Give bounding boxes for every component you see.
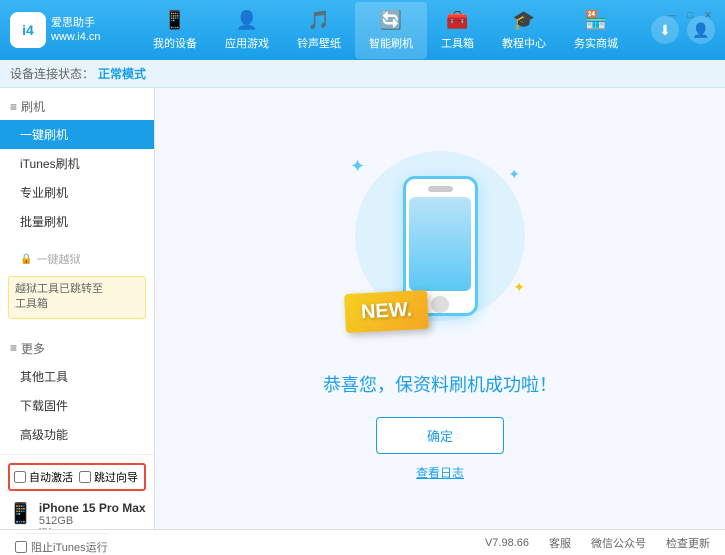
logo-icon: i4 (10, 12, 46, 48)
sidebar-item-advanced[interactable]: 高级功能 (0, 420, 154, 449)
view-log-button[interactable]: 查看日志 (416, 464, 464, 481)
service-icon: 🏪 (585, 10, 607, 31)
device-type: iPhone (39, 527, 146, 529)
app-logo: i4 爱思助手 www.i4.cn (10, 12, 120, 48)
sparkle-icon-3: ✦ (513, 279, 525, 296)
close-button[interactable]: ✕ (701, 8, 715, 22)
more-section: ≡ 更多 其他工具 下载固件 高级功能 (0, 330, 154, 454)
device-info: 📱 iPhone 15 Pro Max 512GB iPhone (8, 497, 146, 529)
connection-status-bar: 设备连接状态： 正常模式 (0, 60, 725, 88)
footer-link-check-update[interactable]: 检查更新 (666, 535, 710, 551)
content-area: NEW. ✦ ✦ ✦ 恭喜您，保资料刷机成功啦！ 确定 查看日志 (155, 88, 725, 529)
sparkle-icon-1: ✦ (350, 156, 365, 177)
my-device-icon: 📱 (164, 10, 186, 31)
sidebar-item-other-tools[interactable]: 其他工具 (0, 362, 154, 391)
smart-flash-icon: 🔄 (380, 10, 402, 31)
tab-tutorial[interactable]: 🎓 教程中心 (488, 2, 560, 59)
device-storage: 512GB (39, 515, 146, 527)
skip-guide-input[interactable] (79, 471, 91, 483)
ringtones-icon: 🎵 (308, 10, 330, 31)
sidebar-warning-jailbreak: 越狱工具已跳转至工具箱 (8, 276, 146, 319)
version-label: V7.98.66 (485, 537, 529, 549)
footer-left: 阻止iTunes运行 (15, 530, 108, 555)
device-name: iPhone 15 Pro Max (39, 501, 146, 515)
toolbox-icon: 🧰 (446, 10, 468, 31)
footer: 阻止iTunes运行 V7.98.66 客服 微信公众号 检查更新 (0, 529, 725, 555)
tab-ringtones[interactable]: 🎵 铃声壁纸 (283, 2, 355, 59)
sidebar-item-itunes-flash[interactable]: iTunes刷机 (0, 149, 154, 178)
sidebar-item-batch-flash[interactable]: 批量刷机 (0, 207, 154, 236)
device-details: iPhone 15 Pro Max 512GB iPhone (39, 501, 146, 529)
tab-toolbox[interactable]: 🧰 工具箱 (427, 2, 488, 59)
tab-smart-flash[interactable]: 🔄 智能刷机 (355, 2, 427, 59)
tutorial-icon: 🎓 (513, 10, 535, 31)
new-badge: NEW. (344, 290, 429, 333)
confirm-button[interactable]: 确定 (376, 417, 504, 454)
window-controls: — □ ✕ (665, 8, 715, 22)
flash-icon: ≡ (10, 100, 17, 114)
app-header: i4 爱思助手 www.i4.cn 📱 我的设备 👤 应用游戏 🎵 铃声壁纸 🔄… (0, 0, 725, 60)
footer-link-wechat[interactable]: 微信公众号 (591, 535, 646, 551)
maximize-button[interactable]: □ (683, 8, 697, 22)
tab-service[interactable]: 🏪 务实商城 (560, 2, 632, 59)
phone-screen (409, 197, 471, 291)
apps-games-icon: 👤 (236, 10, 258, 31)
footer-link-home[interactable]: 客服 (549, 535, 571, 551)
lock-icon: 🔒 (20, 254, 32, 265)
success-message: 恭喜您，保资料刷机成功啦！ (323, 371, 557, 397)
sidebar-item-download-firmware[interactable]: 下载固件 (0, 391, 154, 420)
phone-home-button (431, 296, 449, 313)
minimize-button[interactable]: — (665, 8, 679, 22)
sidebar-item-one-key-flash[interactable]: 一键刷机 (0, 120, 154, 149)
footer-stop-itunes-checkbox[interactable] (15, 541, 27, 553)
nav-tabs: 📱 我的设备 👤 应用游戏 🎵 铃声壁纸 🔄 智能刷机 🧰 工具箱 🎓 教程中心… (120, 2, 651, 59)
phone-notch (428, 186, 453, 192)
tab-apps-games[interactable]: 👤 应用游戏 (211, 2, 283, 59)
success-illustration: NEW. ✦ ✦ ✦ (340, 136, 540, 356)
logo-text: 爱思助手 www.i4.cn (51, 16, 101, 45)
auto-activate-checkbox[interactable]: 自动激活 (14, 469, 73, 485)
sidebar-item-pro-flash[interactable]: 专业刷机 (0, 178, 154, 207)
footer-right: V7.98.66 客服 微信公众号 检查更新 (485, 535, 710, 551)
flash-section: ≡ 刷机 一键刷机 iTunes刷机 专业刷机 批量刷机 (0, 88, 154, 241)
checkbox-row: 自动激活 跳过向导 (8, 463, 146, 491)
sidebar-disabled-jailbreak: 🔒 一键越狱 (0, 247, 154, 271)
auto-activate-input[interactable] (14, 471, 26, 483)
device-phone-icon: 📱 (8, 501, 33, 526)
sidebar-bottom: 自动激活 跳过向导 📱 iPhone 15 Pro Max 512GB iPho… (0, 454, 154, 529)
flash-section-header: ≡ 刷机 (0, 93, 154, 120)
tab-my-device[interactable]: 📱 我的设备 (139, 2, 211, 59)
sidebar: ≡ 刷机 一键刷机 iTunes刷机 专业刷机 批量刷机 🔒 一键越狱 越狱工具… (0, 88, 155, 529)
sparkle-icon-2: ✦ (508, 166, 520, 183)
more-section-header: ≡ 更多 (0, 335, 154, 362)
footer-stop-itunes[interactable]: 阻止iTunes运行 (15, 533, 108, 555)
more-icon: ≡ (10, 341, 17, 355)
skip-guide-checkbox[interactable]: 跳过向导 (79, 469, 138, 485)
main-layout: ≡ 刷机 一键刷机 iTunes刷机 专业刷机 批量刷机 🔒 一键越狱 越狱工具… (0, 88, 725, 529)
